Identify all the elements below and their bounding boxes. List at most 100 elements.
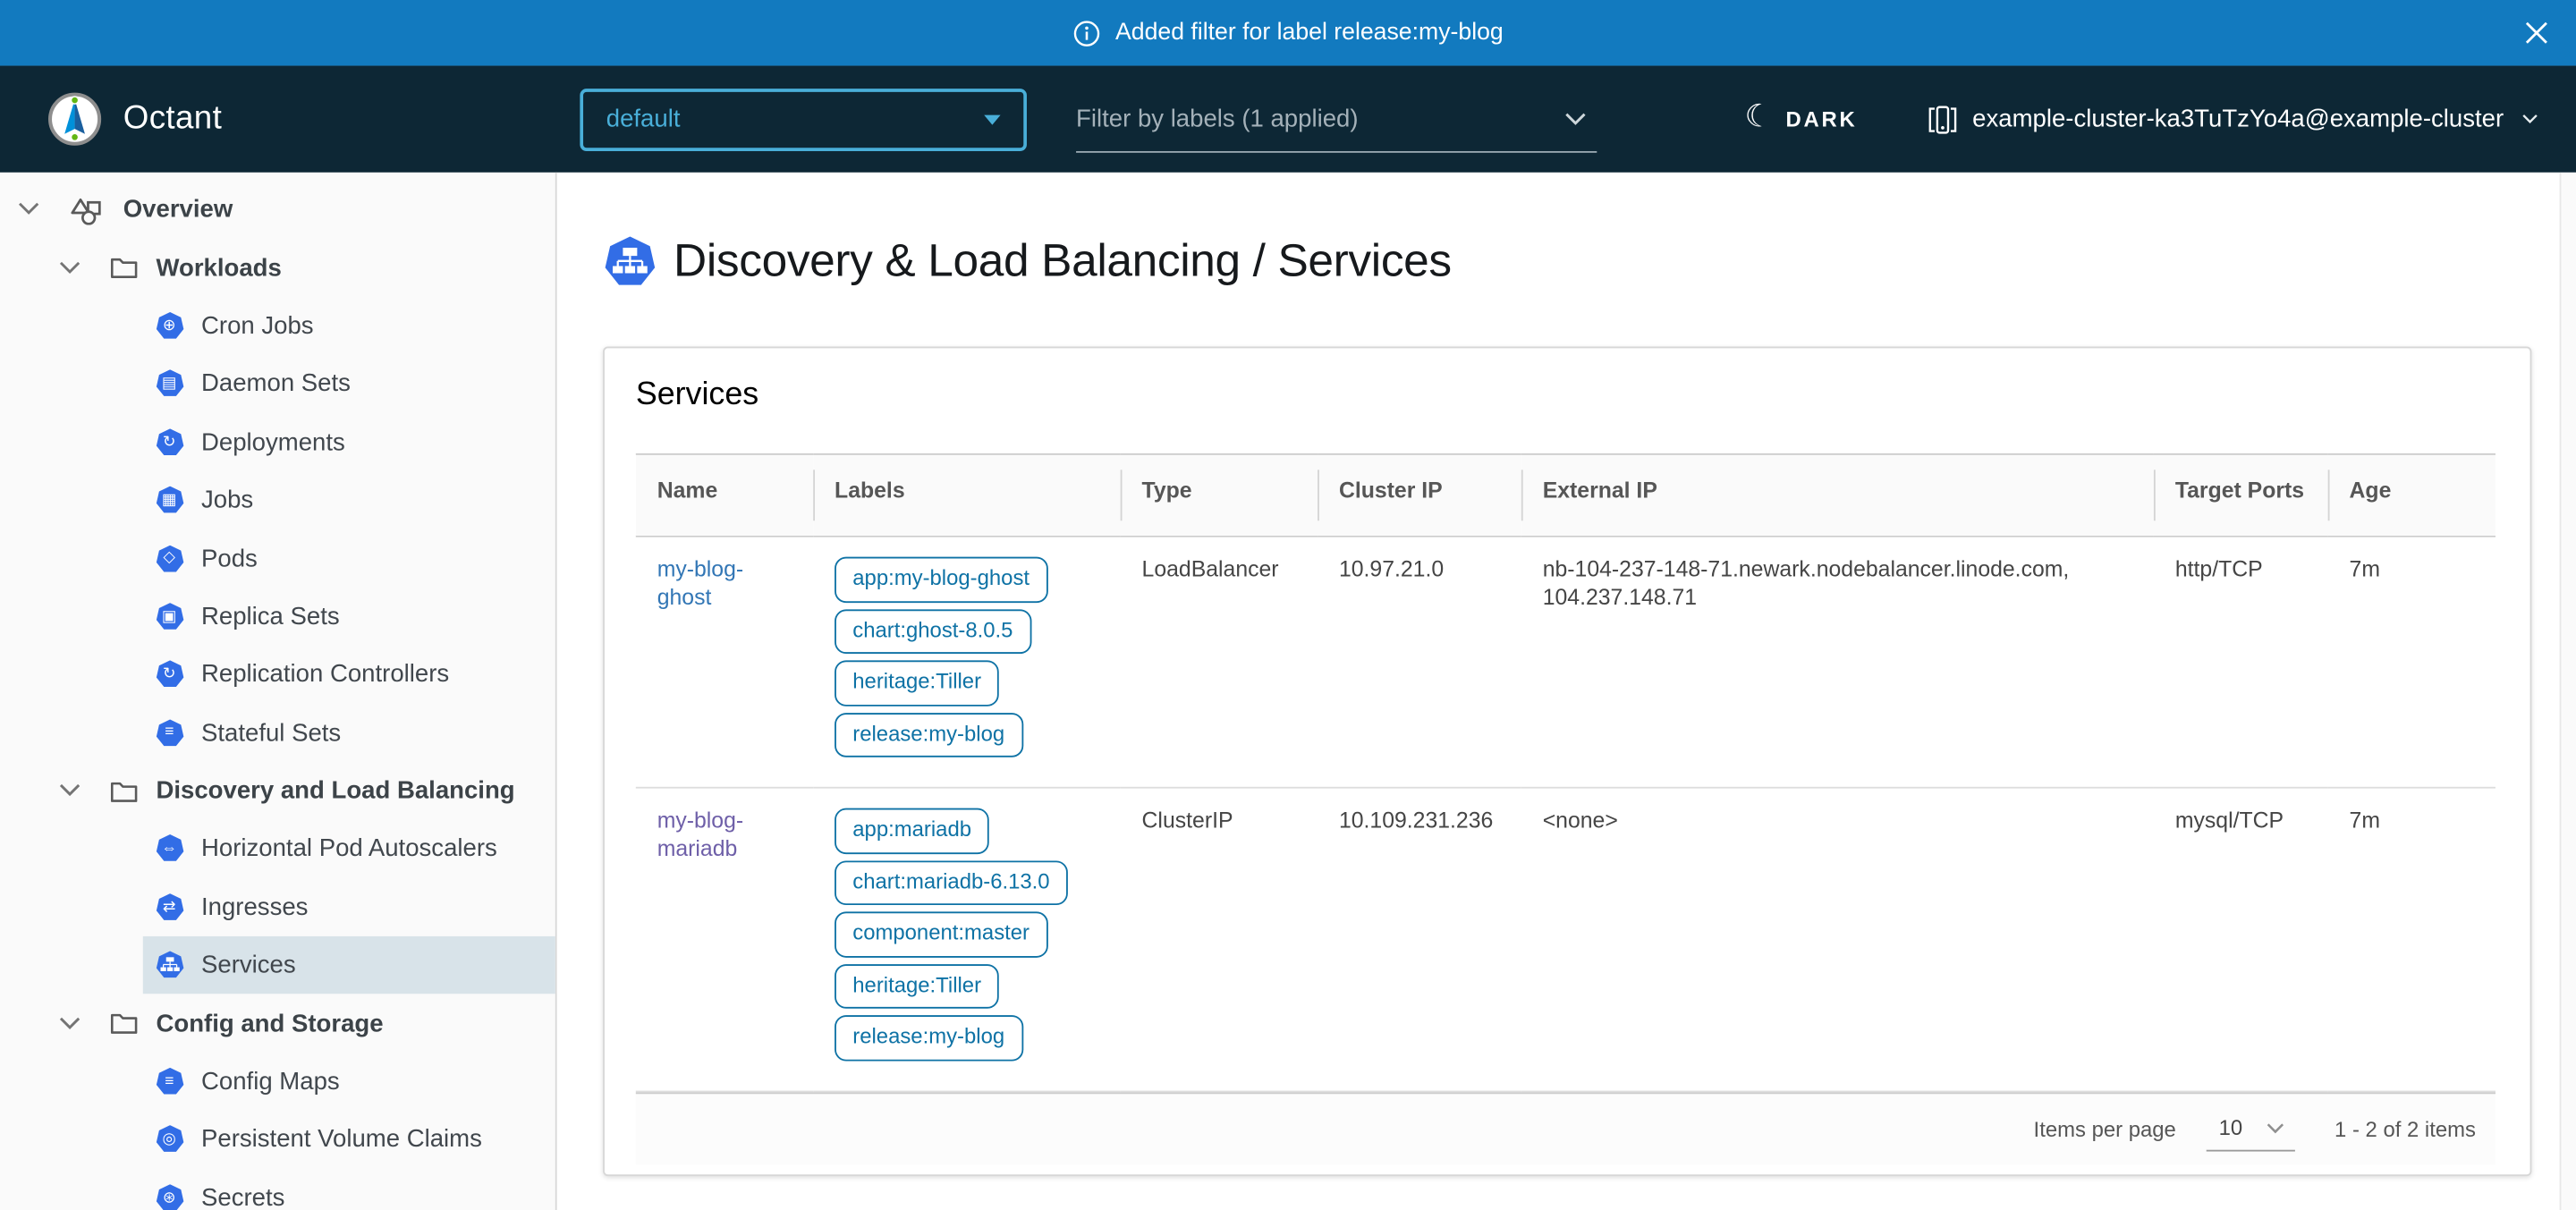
sidebar-item-overview[interactable]: Overview	[0, 181, 555, 239]
column-header-cluster-ip[interactable]: Cluster IP	[1318, 454, 1521, 537]
cell-external-ip: nb-104-237-148-71.newark.nodebalancer.li…	[1521, 537, 2154, 788]
main-content: Discovery & Load Balancing / Services Se…	[557, 173, 2576, 1210]
cell-type: ClusterIP	[1121, 788, 1318, 1091]
sidebar-item-persistent-volume-claims[interactable]: ◎ Persistent Volume Claims	[142, 1111, 555, 1169]
service-link[interactable]: my-blog-ghost	[657, 557, 743, 609]
services-table: Name Labels Type Cluster IP External IP …	[636, 453, 2496, 1092]
octant-app-window: Added filter for label release:my-blog O…	[0, 0, 2576, 1210]
sidebar-group-label: Config and Storage	[156, 1010, 383, 1037]
sidebar-group-label: Discovery and Load Balancing	[156, 777, 514, 805]
sidebar-item-config-maps[interactable]: ≡ Config Maps	[142, 1053, 555, 1111]
sidebar-item-label: Cron Jobs	[201, 312, 314, 340]
column-header-labels[interactable]: Labels	[813, 454, 1120, 537]
persistent-volume-claims-icon: ◎	[156, 1126, 183, 1154]
service-link[interactable]: my-blog-mariadb	[657, 808, 743, 860]
label-pill[interactable]: app:my-blog-ghost	[835, 557, 1047, 603]
sidebar-item-label: Services	[201, 952, 296, 979]
chevron-down-icon[interactable]	[57, 1010, 82, 1037]
folder-icon	[110, 1012, 138, 1036]
column-header-type[interactable]: Type	[1121, 454, 1318, 537]
replication-controllers-icon: ↻	[156, 661, 183, 689]
sidebar-item-label: Daemon Sets	[201, 370, 351, 398]
caret-down-icon	[984, 114, 1000, 124]
pods-icon: ◇	[156, 545, 183, 572]
sidebar-item-pods[interactable]: ◇ Pods	[142, 529, 555, 588]
namespace-select[interactable]: default	[580, 88, 1027, 150]
column-header-name[interactable]: Name	[636, 454, 813, 537]
sidebar-item-label: Stateful Sets	[201, 719, 341, 747]
sidebar-item-deployments[interactable]: ↻ Deployments	[142, 413, 555, 471]
cluster-selector[interactable]: example-cluster-ka3TuTzYo4a@example-clus…	[1927, 105, 2538, 134]
horizontal-pod-autoscalers-icon: ⇔	[156, 835, 183, 863]
label-pill[interactable]: app:mariadb	[835, 808, 989, 854]
folder-icon	[110, 257, 138, 280]
stateful-sets-icon: ≡	[156, 719, 183, 747]
items-per-page-value: 10	[2219, 1115, 2243, 1140]
notification-bar: Added filter for label release:my-blog	[0, 0, 2576, 65]
label-pill[interactable]: release:my-blog	[835, 712, 1022, 757]
label-pill[interactable]: component:master	[835, 911, 1047, 957]
scrollbar[interactable]	[2560, 173, 2576, 1210]
dark-theme-toggle[interactable]: ☾ DARK	[1745, 104, 1858, 135]
sidebar-item-secrets[interactable]: ⊛ Secrets	[142, 1169, 555, 1210]
sidebar-group-config-and-storage[interactable]: Config and Storage	[0, 994, 555, 1053]
column-header-external-ip[interactable]: External IP	[1521, 454, 2154, 537]
cell-target-ports: mysql/TCP	[2154, 788, 2328, 1091]
replica-sets-icon: ▣	[156, 603, 183, 630]
sidebar-item-services[interactable]: Services	[142, 936, 555, 994]
octant-logo-icon	[47, 92, 102, 147]
sidebar-group-label: Workloads	[156, 254, 281, 282]
brand: Octant	[47, 92, 580, 147]
pagination-range: 1 - 2 of 2 items	[2334, 1116, 2476, 1141]
items-per-page-select[interactable]: 10	[2206, 1115, 2295, 1151]
column-header-age[interactable]: Age	[2328, 454, 2496, 537]
label-pill[interactable]: heritage:Tiller	[835, 660, 999, 706]
daemon-sets-icon: ▤	[156, 370, 183, 398]
sidebar-item-daemon-sets[interactable]: ▤ Daemon Sets	[142, 355, 555, 413]
cluster-icon	[1927, 105, 1958, 134]
info-circle-icon	[1072, 19, 1100, 47]
jobs-icon: ▦	[156, 487, 183, 514]
sidebar-item-ingresses[interactable]: ⇄ Ingresses	[142, 878, 555, 936]
close-icon[interactable]	[2523, 20, 2549, 46]
moon-icon: ☾	[1745, 102, 1773, 133]
app-title: Octant	[123, 100, 222, 138]
column-header-target-ports[interactable]: Target Ports	[2154, 454, 2328, 537]
sidebar-item-cron-jobs[interactable]: ⊕ Cron Jobs	[142, 297, 555, 355]
deployments-icon: ↻	[156, 428, 183, 456]
table-footer: Items per page 10 1 - 2 of 2 items	[636, 1092, 2496, 1164]
chevron-down-icon[interactable]	[57, 254, 82, 282]
items-per-page-label: Items per page	[2034, 1116, 2176, 1141]
sidebar-item-label: Secrets	[201, 1184, 284, 1210]
cell-type: LoadBalancer	[1121, 537, 1318, 788]
cell-cluster-ip: 10.109.231.236	[1318, 788, 1521, 1091]
ingresses-icon: ⇄	[156, 893, 183, 921]
dark-theme-label: DARK	[1786, 106, 1858, 131]
cell-external-ip: <none>	[1521, 788, 2154, 1091]
sidebar-item-stateful-sets[interactable]: ≡ Stateful Sets	[142, 704, 555, 762]
notification-message: Added filter for label release:my-blog	[1115, 20, 1504, 46]
sidebar-item-replica-sets[interactable]: ▣ Replica Sets	[142, 588, 555, 646]
cell-labels: app:mariadb chart:mariadb-6.13.0 compone…	[813, 788, 1120, 1091]
sidebar-group-workloads[interactable]: Workloads	[0, 239, 555, 297]
label-pill[interactable]: release:my-blog	[835, 1015, 1022, 1061]
label-pill[interactable]: chart:ghost-8.0.5	[835, 609, 1031, 655]
label-filter-dropdown[interactable]: Filter by labels (1 applied)	[1076, 86, 1597, 153]
sidebar-item-replication-controllers[interactable]: ↻ Replication Controllers	[142, 646, 555, 704]
sidebar-item-label: Persistent Volume Claims	[201, 1126, 482, 1154]
sidebar-item-horizontal-pod-autoscalers[interactable]: ⇔ Horizontal Pod Autoscalers	[142, 820, 555, 878]
cell-target-ports: http/TCP	[2154, 537, 2328, 788]
sidebar-group-discovery-and-load-balancing[interactable]: Discovery and Load Balancing	[0, 762, 555, 820]
sidebar-item-jobs[interactable]: ▦ Jobs	[142, 471, 555, 529]
sidebar-item-label: Jobs	[201, 487, 253, 514]
cell-age: 7m	[2328, 537, 2496, 788]
label-pill[interactable]: heritage:Tiller	[835, 963, 999, 1009]
chevron-down-icon[interactable]	[57, 777, 82, 805]
chevron-down-icon	[1564, 105, 1588, 132]
table-row: my-blog-ghost app:my-blog-ghost chart:gh…	[636, 537, 2496, 788]
label-pill[interactable]: chart:mariadb-6.13.0	[835, 860, 1068, 906]
chevron-down-icon[interactable]	[16, 196, 41, 224]
folder-icon	[110, 780, 138, 803]
sidebar-item-label: Overview	[123, 196, 233, 224]
app-header: Octant default Filter by labels (1 appli…	[0, 65, 2576, 172]
